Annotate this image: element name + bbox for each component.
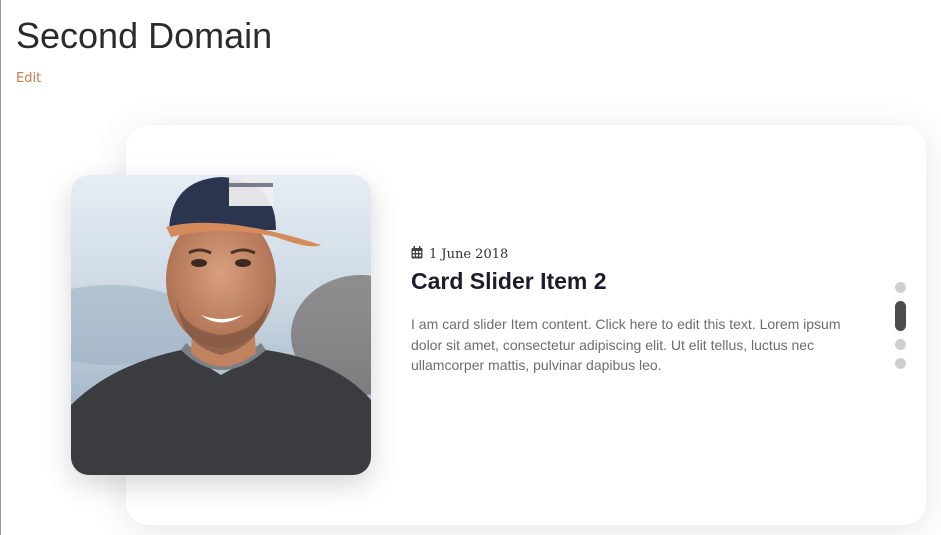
page-title: Second Domain xyxy=(16,15,273,56)
slider-dot-3[interactable] xyxy=(895,339,906,350)
card-slider-image xyxy=(71,175,371,475)
slider-dot-2-active[interactable] xyxy=(895,301,906,331)
portrait-photo xyxy=(71,175,371,475)
slider-dot-4[interactable] xyxy=(895,358,906,369)
page-edge xyxy=(0,0,1,535)
calendar-icon xyxy=(411,246,423,263)
slide-text: I am card slider Item content. Click her… xyxy=(411,316,841,373)
edit-link[interactable]: Edit xyxy=(16,70,41,88)
slide-date-text: 1 June 2018 xyxy=(429,247,509,262)
slider-dot-1[interactable] xyxy=(895,282,906,293)
slide-title: Card Slider Item 2 xyxy=(411,268,607,294)
slider-pagination xyxy=(895,282,906,369)
slide-date: 1 June 2018 xyxy=(411,246,508,263)
